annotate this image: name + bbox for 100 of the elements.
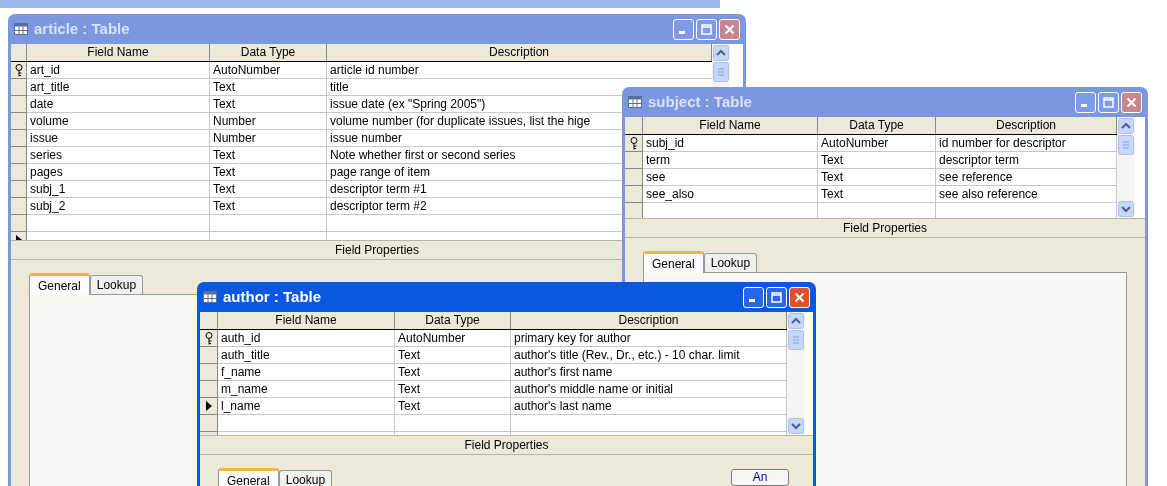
- data-type-cell[interactable]: Text: [210, 198, 327, 215]
- column-header[interactable]: Data Type: [818, 117, 936, 134]
- description-cell[interactable]: article id number: [327, 62, 617, 79]
- maximize-button[interactable]: [696, 18, 717, 40]
- table-icon: [203, 291, 217, 303]
- data-type-cell[interactable]: Text: [395, 381, 511, 398]
- field-properties-label: Field Properties: [464, 437, 549, 454]
- description-cell[interactable]: author's title (Rev., Dr., etc.) - 10 char. limit: [511, 347, 787, 364]
- data-type-cell[interactable]: Text: [395, 398, 511, 415]
- key-icon: [629, 136, 638, 150]
- close-button[interactable]: [1121, 91, 1142, 113]
- tab[interactable]: General: [643, 251, 704, 273]
- minimize-button[interactable]: [1075, 91, 1096, 113]
- scroll-thumb-icon[interactable]: [1118, 135, 1134, 155]
- data-type-cell[interactable]: Text: [818, 152, 936, 169]
- description-cell[interactable]: page range of item: [327, 164, 617, 181]
- data-type-cell[interactable]: Text: [210, 96, 327, 113]
- description-cell[interactable]: descriptor term: [936, 152, 1117, 169]
- description-cell[interactable]: descriptor term #1: [327, 181, 617, 198]
- data-type-cell[interactable]: AutoNumber: [395, 330, 511, 347]
- field-name-cell[interactable]: l_name: [218, 398, 395, 415]
- description-cell[interactable]: id number for descriptor: [936, 135, 1117, 152]
- field-name-cell[interactable]: series: [27, 147, 210, 164]
- field-name-cell[interactable]: see_also: [643, 186, 818, 203]
- side-button[interactable]: An: [731, 469, 789, 486]
- field-name-cell[interactable]: auth_id: [218, 330, 395, 347]
- scroll-thumb-icon[interactable]: [713, 62, 729, 82]
- data-type-cell[interactable]: AutoNumber: [818, 135, 936, 152]
- minimize-button[interactable]: [673, 18, 694, 40]
- minimize-icon: [748, 299, 755, 302]
- description-cell[interactable]: author's first name: [511, 364, 787, 381]
- data-type-cell[interactable]: Text: [210, 164, 327, 181]
- data-type-cell[interactable]: Text: [818, 186, 936, 203]
- data-type-cell[interactable]: Text: [210, 181, 327, 198]
- key-icon: [14, 63, 23, 77]
- maximize-button[interactable]: [766, 286, 787, 308]
- description-cell[interactable]: author's last name: [511, 398, 787, 415]
- data-type-cell[interactable]: Text: [210, 147, 327, 164]
- description-cell[interactable]: issue date (ex "Spring 2005"): [327, 96, 617, 113]
- data-type-cell[interactable]: Number: [210, 130, 327, 147]
- description-cell[interactable]: see reference: [936, 169, 1117, 186]
- column-header[interactable]: Field Name: [643, 117, 818, 134]
- close-button[interactable]: [789, 286, 810, 308]
- current-row-arrow-icon: [205, 401, 212, 411]
- field-properties-label: Field Properties: [334, 242, 419, 259]
- description-cell[interactable]: Note whether first or second series: [327, 147, 617, 164]
- scroll-thumb-icon[interactable]: [788, 330, 804, 350]
- description-cell[interactable]: see also reference: [936, 186, 1117, 203]
- data-type-cell[interactable]: Text: [395, 347, 511, 364]
- field-name-cell[interactable]: art_id: [27, 62, 210, 79]
- tab[interactable]: Lookup: [89, 275, 144, 294]
- empty-cell[interactable]: [395, 415, 511, 432]
- column-header[interactable]: Field Name: [218, 312, 395, 329]
- field-name-cell[interactable]: subj_2: [27, 198, 210, 215]
- data-type-cell[interactable]: Text: [395, 364, 511, 381]
- close-icon: [724, 23, 735, 35]
- table-icon: [628, 96, 642, 108]
- maximize-button[interactable]: [1098, 91, 1119, 113]
- field-name-cell[interactable]: see: [643, 169, 818, 186]
- description-cell[interactable]: volume number (for duplicate issues, list the hige: [327, 113, 617, 130]
- field-name-cell[interactable]: auth_title: [218, 347, 395, 364]
- row-selector[interactable]: [11, 62, 27, 79]
- tab[interactable]: General: [29, 273, 90, 295]
- field-name-cell[interactable]: issue: [27, 130, 210, 147]
- tab[interactable]: Lookup: [703, 253, 758, 272]
- empty-cell[interactable]: [511, 415, 787, 432]
- field-name-cell[interactable]: volume: [27, 113, 210, 130]
- close-button[interactable]: [719, 18, 740, 40]
- description-cell[interactable]: descriptor term #2: [327, 198, 617, 215]
- minimize-icon: [1080, 104, 1087, 107]
- empty-cell[interactable]: [210, 215, 327, 232]
- maximize-icon: [701, 23, 712, 35]
- data-type-cell[interactable]: AutoNumber: [210, 62, 327, 79]
- description-cell[interactable]: primary key for author: [511, 330, 787, 347]
- column-header[interactable]: Field Name: [27, 44, 210, 61]
- data-type-cell[interactable]: Text: [818, 169, 936, 186]
- field-name-cell[interactable]: subj_1: [27, 181, 210, 198]
- minimize-button[interactable]: [743, 286, 764, 308]
- column-header[interactable]: Data Type: [210, 44, 327, 61]
- field-name-cell[interactable]: pages: [27, 164, 210, 181]
- row-selector[interactable]: [625, 135, 643, 152]
- description-cell[interactable]: issue number: [327, 130, 617, 147]
- field-name-cell[interactable]: term: [643, 152, 818, 169]
- row-selector[interactable]: [200, 330, 218, 347]
- data-type-cell[interactable]: Text: [210, 79, 327, 96]
- window-title: article : Table: [34, 18, 130, 39]
- window-title: subject : Table: [648, 91, 752, 112]
- description-cell[interactable]: title: [327, 79, 617, 96]
- column-header[interactable]: Data Type: [395, 312, 511, 329]
- field-name-cell[interactable]: f_name: [218, 364, 395, 381]
- field-name-cell[interactable]: subj_id: [643, 135, 818, 152]
- row-selector[interactable]: [200, 398, 218, 415]
- field-name-cell[interactable]: art_title: [27, 79, 210, 96]
- field-name-cell[interactable]: m_name: [218, 381, 395, 398]
- description-cell[interactable]: author's middle name or initial: [511, 381, 787, 398]
- field-name-cell[interactable]: date: [27, 96, 210, 113]
- tab[interactable]: General: [218, 468, 279, 486]
- close-icon: [1126, 96, 1137, 108]
- tab[interactable]: Lookup: [278, 470, 333, 486]
- data-type-cell[interactable]: Number: [210, 113, 327, 130]
